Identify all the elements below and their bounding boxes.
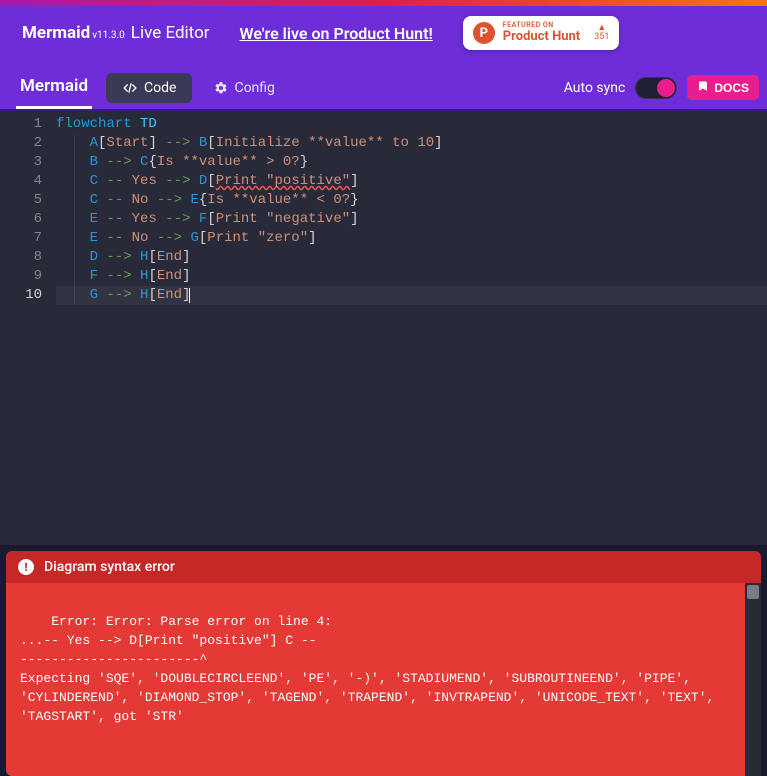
gear-icon xyxy=(214,81,228,95)
code-line[interactable]: A[Start] --> B[Initialize **value** to 1… xyxy=(56,134,767,153)
brand-version: v11.3.0 xyxy=(92,30,125,41)
app-header: Mermaidv11.3.0 Live Editor We're live on… xyxy=(0,6,767,66)
line-number: 4 xyxy=(0,172,42,191)
indent-guide xyxy=(74,135,75,305)
line-number: 10 xyxy=(0,286,42,305)
main-tab-mermaid[interactable]: Mermaid xyxy=(16,66,92,109)
brand-suffix: Live Editor xyxy=(131,23,210,43)
code-lines[interactable]: flowchart TD A[Start] --> B[Initialize *… xyxy=(56,115,767,545)
line-number: 6 xyxy=(0,210,42,229)
code-line[interactable]: E -- Yes --> F[Print "negative"] xyxy=(56,210,767,229)
brand: Mermaidv11.3.0 Live Editor xyxy=(22,23,210,43)
tab-code-label: Code xyxy=(144,80,176,96)
book-icon xyxy=(697,80,709,95)
text-cursor xyxy=(189,288,190,303)
ph-label: Product Hunt xyxy=(503,30,580,44)
code-line[interactable]: E -- No --> G[Print "zero"] xyxy=(56,229,767,248)
line-number: 8 xyxy=(0,248,42,267)
product-hunt-badge[interactable]: P FEATURED ON Product Hunt ▲ 351 xyxy=(463,16,620,50)
line-number: 2 xyxy=(0,134,42,153)
line-number: 5 xyxy=(0,191,42,210)
product-hunt-link[interactable]: We're live on Product Hunt! xyxy=(240,24,433,43)
line-number: 3 xyxy=(0,153,42,172)
error-icon: ! xyxy=(18,559,34,575)
error-body: Error: Error: Parse error on line 4: ...… xyxy=(6,583,761,776)
line-number: 9 xyxy=(0,267,42,286)
product-hunt-logo-icon: P xyxy=(473,22,495,44)
code-line[interactable]: B --> C{Is **value** > 0?} xyxy=(56,153,767,172)
tab-config[interactable]: Config xyxy=(198,73,290,103)
code-line[interactable]: F --> H[End] xyxy=(56,267,767,286)
tab-config-label: Config xyxy=(234,80,274,96)
line-number: 1 xyxy=(0,115,42,134)
code-line[interactable]: C -- No --> E{Is **value** < 0?} xyxy=(56,191,767,210)
ph-vote-count: 351 xyxy=(594,33,609,42)
docs-label: DOCS xyxy=(714,81,749,95)
code-icon xyxy=(122,81,138,95)
line-gutter: 12345678910 xyxy=(0,115,56,545)
tab-bar: Mermaid Code Config Auto sync DOCS xyxy=(0,66,767,111)
error-title: Diagram syntax error xyxy=(44,559,175,575)
brand-name: Mermaid xyxy=(22,23,90,43)
code-line[interactable]: G --> H[End] xyxy=(56,286,767,305)
autosync-toggle[interactable] xyxy=(635,77,677,99)
error-header[interactable]: ! Diagram syntax error xyxy=(6,551,761,583)
error-text: Error: Error: Parse error on line 4: ...… xyxy=(20,614,722,724)
error-scrollbar[interactable] xyxy=(745,583,761,776)
code-line[interactable]: C -- Yes --> D[Print "positive"] xyxy=(56,172,767,191)
toggle-knob xyxy=(657,79,675,97)
docs-button[interactable]: DOCS xyxy=(687,75,759,100)
code-editor[interactable]: 12345678910 flowchart TD A[Start] --> B[… xyxy=(0,111,767,545)
autosync-label: Auto sync xyxy=(564,80,626,96)
ph-votes: ▲ 351 xyxy=(594,24,609,42)
tab-code[interactable]: Code xyxy=(106,73,192,103)
code-line[interactable]: D --> H[End] xyxy=(56,248,767,267)
scrollbar-thumb[interactable] xyxy=(747,585,759,599)
error-panel: ! Diagram syntax error Error: Error: Par… xyxy=(0,545,767,776)
code-line[interactable]: flowchart TD xyxy=(56,115,767,134)
line-number: 7 xyxy=(0,229,42,248)
